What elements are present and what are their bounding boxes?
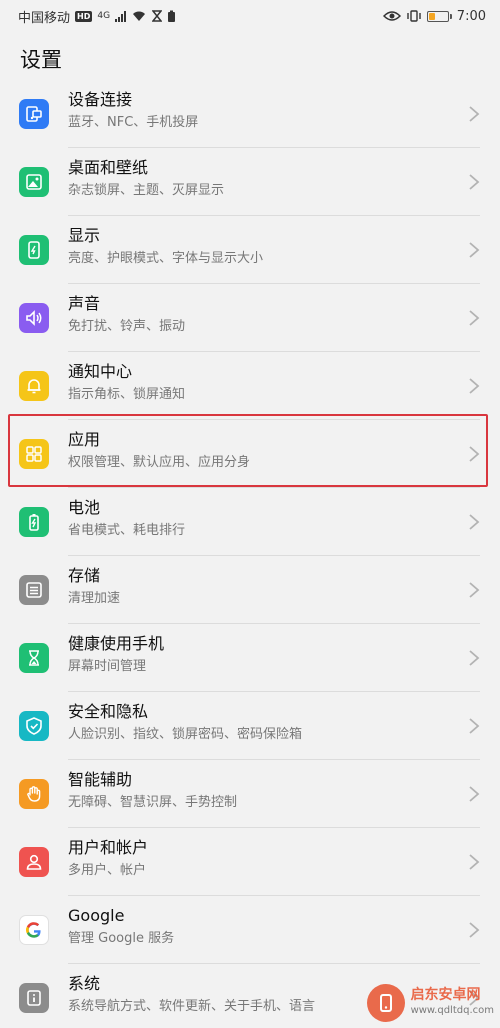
bell-icon (19, 371, 49, 401)
chevron-right-icon (469, 514, 480, 530)
item-subtitle: 杂志锁屏、主题、灭屏显示 (68, 183, 225, 198)
settings-list: 设备连接 蓝牙、NFC、手机投屏 桌面和壁纸 杂志锁屏、主题、灭屏显示 显示 亮… (0, 80, 500, 1028)
item-title: 健康使用手机 (68, 634, 165, 653)
settings-item-security[interactable]: 安全和隐私 人脸识别、指纹、锁屏密码、密码保险箱 (0, 692, 500, 760)
chevron-right-icon (469, 582, 480, 598)
item-title: 用户和帐户 (68, 838, 149, 857)
item-title: 设备连接 (68, 90, 133, 109)
hd-badge: HD (75, 10, 93, 22)
settings-item-apps[interactable]: 应用 权限管理、默认应用、应用分身 (0, 420, 500, 488)
chevron-right-icon (469, 378, 480, 394)
item-subtitle: 权限管理、默认应用、应用分身 (68, 455, 251, 470)
settings-item-storage[interactable]: 存储 清理加速 (0, 556, 500, 624)
chevron-right-icon (469, 718, 480, 734)
watermark-url: www.qdltdq.com (410, 1005, 494, 1016)
item-subtitle: 屏幕时间管理 (68, 659, 147, 674)
settings-item-users[interactable]: 用户和帐户 多用户、帐户 (0, 828, 500, 896)
carrier-label: 中国移动 (18, 10, 71, 26)
item-subtitle: 多用户、帐户 (68, 863, 147, 878)
chevron-right-icon (469, 922, 480, 938)
item-subtitle: 管理 Google 服务 (68, 931, 175, 946)
item-title: 声音 (68, 294, 101, 313)
shield-icon (19, 711, 49, 741)
signal-icon (115, 10, 127, 22)
settings-item-wallpaper[interactable]: 桌面和壁纸 杂志锁屏、主题、灭屏显示 (0, 148, 500, 216)
status-bar: 中国移动 HD 4G 7:00 (0, 0, 500, 32)
hand-icon (19, 779, 49, 809)
chevron-right-icon (469, 242, 480, 258)
chevron-right-icon (469, 310, 480, 326)
status-left: 中国移动 HD 4G (18, 7, 176, 26)
item-subtitle: 免打扰、铃声、振动 (68, 319, 186, 334)
item-subtitle: 指示角标、锁屏通知 (68, 387, 186, 402)
hourglass-icon (19, 643, 49, 673)
item-subtitle: 无障碍、智慧识屏、手势控制 (68, 795, 238, 810)
item-title: 存储 (68, 566, 101, 585)
item-title: 显示 (68, 226, 101, 245)
battery-saver-icon (168, 10, 176, 22)
item-title: Google (68, 906, 125, 925)
system-info-icon (19, 983, 49, 1013)
device-connect-icon (19, 99, 49, 129)
battery-indicator-icon (426, 10, 452, 22)
status-time: 7:00 (456, 8, 486, 24)
chevron-right-icon (469, 854, 480, 870)
settings-item-notifications[interactable]: 通知中心 指示角标、锁屏通知 (0, 352, 500, 420)
wifi-icon (133, 11, 146, 21)
wallpaper-icon (19, 167, 49, 197)
chevron-right-icon (469, 106, 480, 122)
hourglass-status-icon (152, 10, 163, 22)
vibrate-icon (407, 10, 421, 22)
page-title: 设置 (20, 48, 62, 72)
chevron-right-icon (469, 786, 480, 802)
watermark-logo-icon (366, 984, 405, 1022)
watermark-name: 启东安卓网 (410, 987, 481, 1003)
chevron-right-icon (469, 446, 480, 462)
item-title: 电池 (68, 498, 101, 517)
settings-item-digital-balance[interactable]: 健康使用手机 屏幕时间管理 (0, 624, 500, 692)
settings-item-battery[interactable]: 电池 省电模式、耗电排行 (0, 488, 500, 556)
display-icon (19, 235, 49, 265)
item-title: 通知中心 (68, 362, 133, 381)
chevron-right-icon (469, 174, 480, 190)
eye-comfort-icon (382, 11, 401, 21)
network-type: 4G (97, 11, 111, 21)
google-icon (19, 915, 49, 945)
settings-item-sound[interactable]: 声音 免打扰、铃声、振动 (0, 284, 500, 352)
item-subtitle: 清理加速 (68, 591, 121, 606)
settings-item-smart-assist[interactable]: 智能辅助 无障碍、智慧识屏、手势控制 (0, 760, 500, 828)
status-right: 7:00 (382, 8, 486, 24)
item-title: 应用 (68, 430, 101, 449)
item-subtitle: 亮度、护眼模式、字体与显示大小 (68, 251, 264, 266)
user-icon (19, 847, 49, 877)
sound-icon (19, 303, 49, 333)
item-title: 桌面和壁纸 (68, 158, 149, 177)
item-subtitle: 省电模式、耗电排行 (68, 523, 186, 538)
item-subtitle: 人脸识别、指纹、锁屏密码、密码保险箱 (68, 727, 303, 742)
watermark: 启东安卓网 www.qdltdq.com (366, 984, 494, 1022)
apps-grid-icon (19, 439, 49, 469)
storage-icon (19, 575, 49, 605)
item-title: 智能辅助 (68, 770, 133, 789)
battery-icon (19, 507, 49, 537)
item-title: 安全和隐私 (68, 702, 149, 721)
settings-item-google[interactable]: Google 管理 Google 服务 (0, 896, 500, 964)
item-subtitle: 蓝牙、NFC、手机投屏 (68, 115, 199, 130)
settings-item-device-connect[interactable]: 设备连接 蓝牙、NFC、手机投屏 (0, 80, 500, 148)
settings-item-display[interactable]: 显示 亮度、护眼模式、字体与显示大小 (0, 216, 500, 284)
chevron-right-icon (469, 650, 480, 666)
